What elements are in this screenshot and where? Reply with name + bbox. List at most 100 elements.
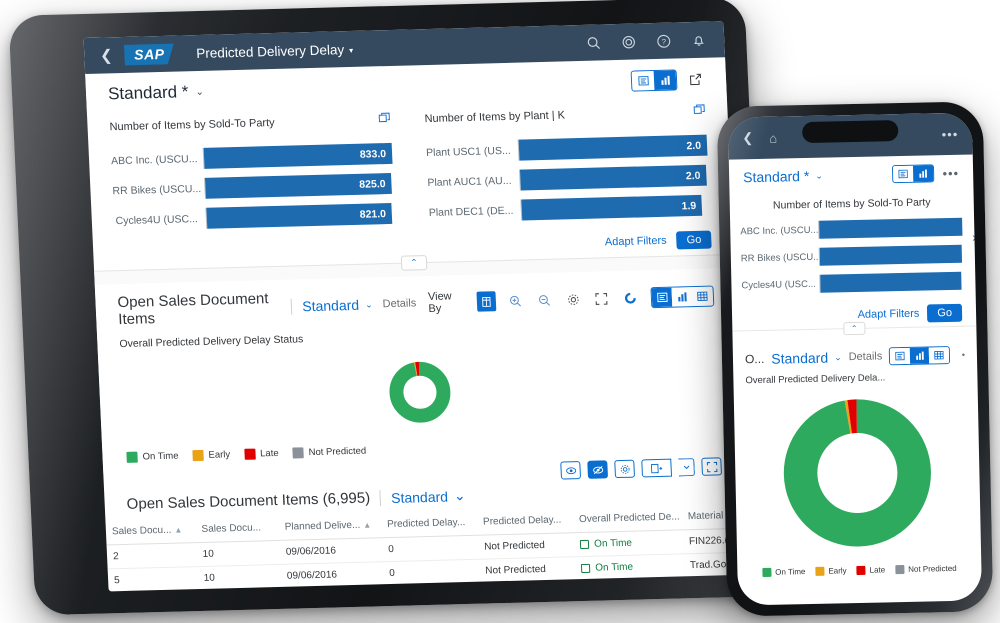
legend-swatch <box>815 566 825 576</box>
search-icon[interactable] <box>586 35 602 50</box>
legend-label: Early <box>828 566 847 576</box>
view-by-button[interactable]: View By <box>428 290 466 315</box>
adapt-filters-link[interactable]: Adapt Filters <box>605 235 667 249</box>
show-icon[interactable] <box>560 461 582 480</box>
full-screen-icon[interactable] <box>378 112 391 127</box>
cell-sales-document[interactable]: 5 <box>107 566 199 592</box>
legend-item[interactable]: Not Predicted <box>895 564 957 575</box>
column-label: Predicted Delay... <box>386 517 466 531</box>
cell-item: 10 <box>196 540 281 567</box>
table-variant-selector[interactable]: Standard ⌄ <box>391 487 466 506</box>
go-button[interactable]: Go <box>676 230 712 250</box>
column-header-planned-delivery[interactable]: Planned Delive... ▲ <box>278 512 382 541</box>
full-screen-icon[interactable] <box>593 289 610 307</box>
details-view-icon[interactable] <box>651 287 673 307</box>
column-header-predicted-delay-status[interactable]: Predicted Delay... <box>476 507 574 536</box>
legend-swatch <box>895 565 905 575</box>
legend-item[interactable]: Not Predicted <box>292 446 366 459</box>
refresh-icon[interactable] <box>622 288 639 306</box>
hide-icon[interactable] <box>587 460 609 479</box>
legend-swatch <box>126 451 138 463</box>
legend-item[interactable]: On Time <box>762 567 806 577</box>
back-chevron-icon[interactable]: ❮ <box>96 46 117 65</box>
bar-row[interactable]: ABC Inc. (USCU... <box>740 216 963 243</box>
legend-item[interactable]: On Time <box>126 450 179 463</box>
phone-details-button[interactable]: Details <box>849 350 883 363</box>
back-chevron-icon[interactable]: ❮ <box>742 130 753 146</box>
shell-icon-group: ? <box>586 32 713 50</box>
filter-list-view-icon[interactable] <box>893 165 914 183</box>
table-view-icon[interactable] <box>929 347 949 364</box>
chart-view-icon[interactable] <box>909 347 930 364</box>
bar-row[interactable]: Plant AUC1 (AU... 2.0 <box>427 163 709 195</box>
collapse-filter-bar-button[interactable]: ⌃ <box>843 321 866 336</box>
chart-view-icon[interactable] <box>671 286 693 307</box>
chart-view-icon[interactable] <box>653 69 677 90</box>
legend-item[interactable]: Early <box>815 566 847 576</box>
adapt-filters-link[interactable]: Adapt Filters <box>858 308 920 321</box>
table-view-icon[interactable] <box>692 286 714 306</box>
zoom-in-icon[interactable] <box>507 291 524 309</box>
details-view-icon[interactable] <box>890 347 910 365</box>
settings-icon[interactable] <box>614 459 636 479</box>
legend-label: Early <box>208 449 231 461</box>
bar-row[interactable]: RR Bikes (USCU... <box>741 243 964 270</box>
chart-variant-label: Standard <box>301 296 360 315</box>
help-icon[interactable]: ? <box>656 33 672 48</box>
legend-label: Late <box>259 447 279 460</box>
chart-variant-selector[interactable]: Standard ⌄ <box>302 296 373 314</box>
legend-label: On Time <box>142 450 179 463</box>
legend-swatch <box>856 565 866 576</box>
column-label: Planned Delive... <box>284 519 361 533</box>
full-screen-icon[interactable] <box>701 457 723 476</box>
app-title[interactable]: Predicted Delivery Delay ▾ <box>196 41 353 61</box>
phone-overflow-button[interactable]: ••• <box>942 165 959 180</box>
legend-item[interactable]: Early <box>192 449 231 462</box>
phone-chart-overflow-icon[interactable]: • <box>962 350 965 360</box>
variant-selector[interactable]: Standard * ⌄ <box>108 82 205 104</box>
details-button[interactable]: Details <box>382 297 416 310</box>
go-button[interactable]: Go <box>927 303 963 323</box>
table-variant-label: Standard <box>390 488 449 506</box>
bar-row[interactable]: Cycles4U (USC... 821.0 <box>113 201 396 233</box>
phone-variant-selector[interactable]: Standard * ⌄ <box>743 168 823 185</box>
collapse-filter-bar-button[interactable]: ⌃ <box>400 255 428 271</box>
co-pilot-icon[interactable] <box>621 34 637 49</box>
legend-item[interactable]: Late <box>243 447 279 460</box>
column-header-predicted-delay-days[interactable]: Predicted Delay... <box>380 509 478 538</box>
chart-view-icon[interactable] <box>913 165 934 182</box>
notifications-icon[interactable] <box>691 32 707 47</box>
donut-chart[interactable] <box>388 360 453 424</box>
column-header-sales-document-item[interactable]: Sales Docu... <box>194 514 280 543</box>
cell-planned-delivery: 09/06/2016 <box>279 537 383 565</box>
cell-sales-document[interactable]: 2 <box>106 542 198 569</box>
donut-chart-container <box>120 338 720 446</box>
filter-card-title: Number of Items by Sold-To Party <box>109 116 275 133</box>
filter-list-view-icon[interactable] <box>631 70 655 91</box>
zoom-out-icon[interactable] <box>536 291 553 309</box>
drill-down-icon[interactable] <box>476 291 496 312</box>
screenshot-stage: ❮ SAP Predicted Delivery Delay ▾ ? Stand… <box>0 0 1000 623</box>
svg-text:?: ? <box>661 37 666 46</box>
column-label: Material <box>687 510 724 523</box>
overflow-icon[interactable]: ••• <box>941 126 958 141</box>
column-header-overall-predicted-delay[interactable]: Overall Predicted De... <box>572 504 683 533</box>
bar-value-label: 1.9 <box>681 199 697 212</box>
phone-variant-actions: ••• <box>892 164 959 184</box>
filter-card-sold-to-party: Number of Items by Sold-To Party ABC Inc… <box>109 112 396 238</box>
column-header-sales-document[interactable]: Sales Docu... ▲ <box>105 517 197 545</box>
export-icon[interactable] <box>641 458 673 478</box>
full-screen-icon[interactable] <box>693 104 706 119</box>
settings-icon[interactable] <box>564 290 581 308</box>
share-icon[interactable] <box>686 70 705 88</box>
bar-row[interactable]: RR Bikes (USCU... 825.0 <box>112 171 394 203</box>
bar-row[interactable]: Cycles4U (USC... <box>741 270 964 297</box>
cell-predicted-delay-status: Not Predicted <box>477 532 575 560</box>
legend-item[interactable]: Late <box>856 565 885 576</box>
bar-row[interactable]: Plant DEC1 (DE... 1.9 <box>428 193 711 225</box>
home-icon[interactable]: ⌂ <box>769 130 777 145</box>
sap-logo[interactable]: SAP <box>124 43 175 65</box>
chevron-down-icon[interactable] <box>678 458 696 477</box>
phone-chart-variant-selector[interactable]: Standard ⌄ <box>771 349 842 367</box>
phone-donut-chart[interactable] <box>781 396 934 549</box>
